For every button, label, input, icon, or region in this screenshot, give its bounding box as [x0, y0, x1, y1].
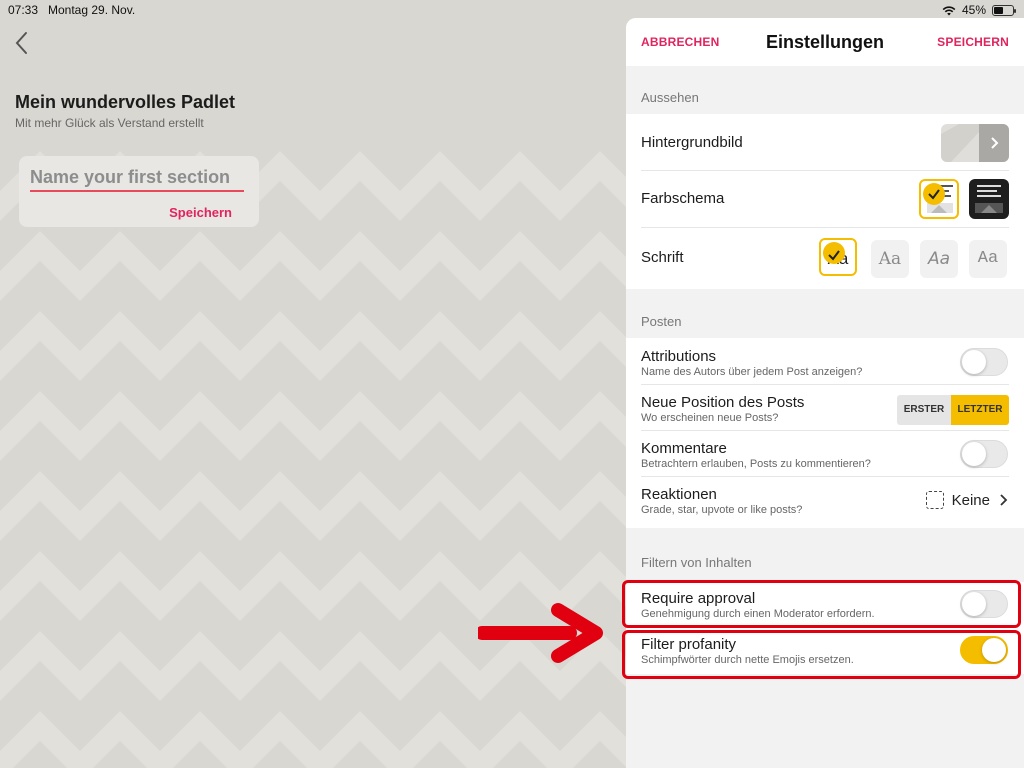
row-attributions: Attributions Name des Autors über jedem … [626, 338, 1024, 385]
reactions-label: Reaktionen [641, 486, 717, 503]
comments-label: Kommentare [641, 440, 727, 457]
position-first-button[interactable]: ERSTER [897, 395, 951, 425]
section-header-posten: Posten [641, 314, 682, 329]
padlet-background-pattern [0, 141, 626, 768]
color-scheme-dark-option[interactable] [969, 179, 1009, 219]
font-option-handwriting[interactable]: Aa [920, 240, 958, 278]
input-underline [30, 190, 244, 192]
selected-check-icon [823, 242, 845, 264]
posten-group: Attributions Name des Autors über jedem … [626, 338, 1024, 528]
status-time: 07:33 [8, 3, 39, 17]
font-label: Schrift [641, 249, 684, 266]
post-position-segmented: ERSTER LETZTER [897, 395, 1009, 425]
comments-toggle[interactable] [960, 440, 1008, 468]
attributions-toggle[interactable] [960, 348, 1008, 376]
padlet-title: Mein wundervolles Padlet [15, 92, 236, 112]
settings-navbar: ABBRECHEN Einstellungen SPEICHERN [626, 18, 1024, 66]
section-save-button[interactable]: Speichern [169, 205, 232, 220]
attributions-sub: Name des Autors über jedem Post anzeigen… [641, 366, 863, 378]
row-post-position: Neue Position des Posts Wo erscheinen ne… [626, 385, 1024, 431]
post-position-sub: Wo erscheinen neue Posts? [641, 412, 779, 424]
background-label: Hintergrundbild [641, 134, 743, 151]
row-reactions[interactable]: Reaktionen Grade, star, upvote or like p… [626, 477, 1024, 528]
battery-percent: 45% [961, 3, 986, 17]
reactions-sub: Grade, star, upvote or like posts? [641, 504, 803, 516]
color-scheme-light-option[interactable] [919, 179, 959, 219]
red-arrow-annotation-icon [478, 603, 603, 663]
highlight-require-approval [622, 580, 1021, 628]
comments-sub: Betrachtern erlauben, Posts zu kommentie… [641, 458, 871, 470]
row-background[interactable]: Hintergrundbild [626, 114, 1024, 171]
selected-check-icon [923, 183, 945, 205]
position-last-button[interactable]: LETZTER [951, 395, 1009, 425]
status-date: Montag 29. Nov. [48, 3, 136, 17]
row-font: Schrift Aa Aa Aa Aa [626, 228, 1024, 289]
chevron-right-icon [979, 124, 1009, 162]
reactions-selector[interactable]: Keine [925, 491, 1008, 509]
reactions-value: Keine [951, 491, 990, 509]
reaction-none-icon [925, 491, 944, 509]
chevron-right-icon [1000, 494, 1008, 506]
attributions-label: Attributions [641, 348, 717, 365]
color-scheme-label: Farbschema [641, 190, 725, 207]
padlet-subtitle: Mit mehr Glück als Verstand erstellt [15, 116, 204, 130]
padlet-header: Mein wundervolles Padlet Mit mehr Glück … [0, 20, 626, 141]
section-name-input[interactable]: Name your first section [30, 167, 230, 188]
background-thumbnail[interactable] [941, 124, 1009, 162]
font-option-mono[interactable]: Aa [969, 240, 1007, 278]
font-option-serif[interactable]: Aa [871, 240, 909, 278]
back-chevron-icon[interactable] [12, 30, 32, 56]
row-color-scheme: Farbschema [626, 171, 1024, 228]
wifi-icon [942, 5, 956, 15]
section-header-filter: Filtern von Inhalten [641, 555, 752, 570]
row-comments: Kommentare Betrachtern erlauben, Posts z… [626, 431, 1024, 477]
battery-icon [992, 4, 1016, 16]
section-header-aussehen: Aussehen [641, 90, 699, 105]
save-button[interactable]: SPEICHERN [937, 35, 1009, 49]
new-section-card: Name your first section Speichern [19, 156, 259, 227]
status-bar: 07:33 Montag 29. Nov. 45% [0, 0, 1024, 20]
highlight-filter-profanity [622, 630, 1021, 679]
aussehen-group: Hintergrundbild Farbschema Schrift Aa Aa… [626, 114, 1024, 289]
post-position-label: Neue Position des Posts [641, 394, 805, 411]
font-option-sans[interactable]: Aa [819, 238, 857, 276]
